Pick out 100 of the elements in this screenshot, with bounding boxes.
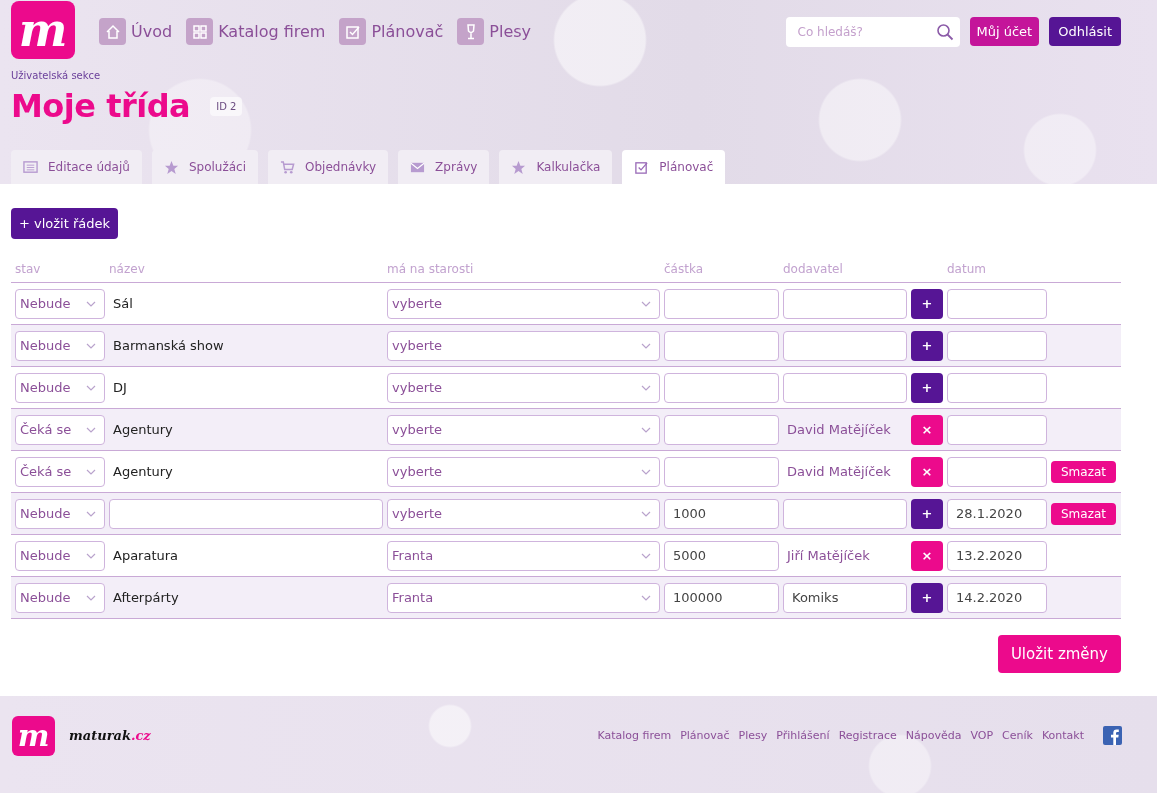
add-button[interactable]: +	[911, 330, 943, 361]
list-icon	[23, 159, 38, 175]
remove-button[interactable]: ×	[911, 540, 943, 571]
status-select[interactable]: Nebude	[15, 498, 105, 529]
tab[interactable]: Kalkulačka	[499, 150, 613, 184]
footer-link[interactable]: Kontakt	[1041, 729, 1084, 742]
column-header: dodavatel	[783, 262, 844, 276]
supplier-name: David Matějíček	[786, 422, 892, 437]
remove-button[interactable]: ×	[911, 414, 943, 445]
assignee-select[interactable]: vyberte	[387, 414, 660, 445]
assignee-select[interactable]: Franta	[387, 582, 660, 613]
tab[interactable]: Zprávy	[398, 150, 490, 184]
supplier-field[interactable]	[783, 372, 907, 403]
assignee-select[interactable]: vyberte	[387, 372, 660, 403]
tab[interactable]: Objednávky	[268, 150, 389, 184]
footer-link[interactable]: Plesy	[738, 729, 768, 742]
supplier-field[interactable]	[783, 288, 907, 319]
status-select[interactable]: Nebude	[15, 288, 105, 319]
status-select[interactable]: Čeká se	[15, 414, 105, 445]
status-select[interactable]: Nebude	[15, 582, 105, 613]
footer-link[interactable]: Přihlášení	[776, 729, 830, 742]
date-field[interactable]	[947, 372, 1047, 403]
nav-link[interactable]: Plesy	[457, 18, 532, 45]
amount-field[interactable]	[664, 330, 779, 361]
nav-link[interactable]: Plánovač	[339, 18, 444, 45]
supplier-field[interactable]: Komiks	[783, 582, 907, 613]
column-header: částka	[664, 262, 704, 276]
nav-link[interactable]: Úvod	[99, 18, 173, 45]
name-field[interactable]	[109, 498, 383, 529]
assignee-select[interactable]: vyberte	[387, 456, 660, 487]
amount-field[interactable]: 100000	[664, 582, 779, 613]
status-select[interactable]: Nebude	[15, 540, 105, 571]
brand-name: maturak.cz	[69, 728, 151, 743]
date-field[interactable]	[947, 288, 1047, 319]
add-button[interactable]: +	[911, 582, 943, 613]
date-field[interactable]: 13.2.2020	[947, 540, 1047, 571]
star-icon	[511, 159, 527, 175]
item-name: Agentury	[112, 464, 174, 479]
status-select[interactable]: Nebude	[15, 372, 105, 403]
save-button[interactable]: Uložit změny	[997, 635, 1121, 673]
column-header: název	[109, 262, 146, 276]
footer-link[interactable]: Nápověda	[905, 729, 962, 742]
date-field[interactable]	[947, 456, 1047, 487]
date-field[interactable]: 14.2.2020	[947, 582, 1047, 613]
tab[interactable]: Spolužáci	[151, 150, 258, 184]
page-title: Moje třída	[11, 87, 191, 125]
chevron-down-icon	[641, 552, 651, 559]
assignee-select[interactable]: vyberte	[387, 330, 660, 361]
supplier-field[interactable]	[783, 330, 907, 361]
amount-field[interactable]	[664, 288, 779, 319]
add-button[interactable]: +	[911, 288, 943, 319]
chevron-down-icon	[86, 594, 96, 601]
delete-button[interactable]: Smazat	[1051, 460, 1116, 483]
footer-link[interactable]: Plánovač	[680, 729, 730, 742]
tab[interactable]: Editace údajů	[11, 150, 142, 184]
account-button[interactable]: Můj účet	[969, 17, 1040, 46]
footer-link[interactable]: Registrace	[838, 729, 897, 742]
footer-link[interactable]: Ceník	[1002, 729, 1033, 742]
chevron-down-icon	[641, 468, 651, 475]
breadcrumb: Uživatelská sekce	[11, 70, 102, 81]
add-row-button[interactable]: + vložit řádek	[11, 208, 119, 239]
item-name: Barmanská show	[112, 338, 225, 353]
tab[interactable]: Plánovač	[622, 150, 726, 184]
date-field[interactable]	[947, 414, 1047, 445]
amount-field[interactable]: 1000	[664, 498, 779, 529]
column-header: datum	[947, 262, 987, 276]
assignee-select[interactable]: vyberte	[387, 288, 660, 319]
remove-button[interactable]: ×	[911, 456, 943, 487]
delete-button[interactable]: Smazat	[1051, 502, 1116, 525]
chevron-down-icon	[86, 510, 96, 517]
date-field[interactable]	[947, 330, 1047, 361]
amount-field[interactable]	[664, 414, 779, 445]
chevron-down-icon	[641, 384, 651, 391]
chevron-down-icon	[641, 300, 651, 307]
facebook-icon[interactable]	[1103, 726, 1122, 745]
add-button[interactable]: +	[911, 372, 943, 403]
id-badge: ID 2	[210, 96, 243, 116]
home-icon	[99, 18, 126, 45]
footer-link[interactable]: VOP	[970, 729, 994, 742]
logout-button[interactable]: Odhlásit	[1049, 17, 1121, 46]
cart-icon	[280, 159, 295, 175]
nav-link[interactable]: Katalog firem	[186, 18, 326, 45]
add-button[interactable]: +	[911, 498, 943, 529]
date-field[interactable]: 28.1.2020	[947, 498, 1047, 529]
footer-link[interactable]: Katalog firem	[597, 729, 672, 742]
assignee-select[interactable]: vyberte	[387, 498, 660, 529]
search-field[interactable]: Co hledáš?	[785, 17, 960, 47]
status-select[interactable]: Čeká se	[15, 456, 105, 487]
status-select[interactable]: Nebude	[15, 330, 105, 361]
supplier-name: David Matějíček	[786, 464, 892, 479]
assignee-select[interactable]: Franta	[387, 540, 660, 571]
supplier-field[interactable]	[783, 498, 907, 529]
logo-mark[interactable]: m	[12, 715, 55, 756]
item-name: DJ	[112, 380, 128, 395]
amount-field[interactable]	[664, 456, 779, 487]
chevron-down-icon	[86, 300, 96, 307]
amount-field[interactable]	[664, 372, 779, 403]
item-name: Aparatura	[112, 548, 180, 563]
amount-field[interactable]: 5000	[664, 540, 779, 571]
logo-mark[interactable]: m	[11, 1, 75, 59]
